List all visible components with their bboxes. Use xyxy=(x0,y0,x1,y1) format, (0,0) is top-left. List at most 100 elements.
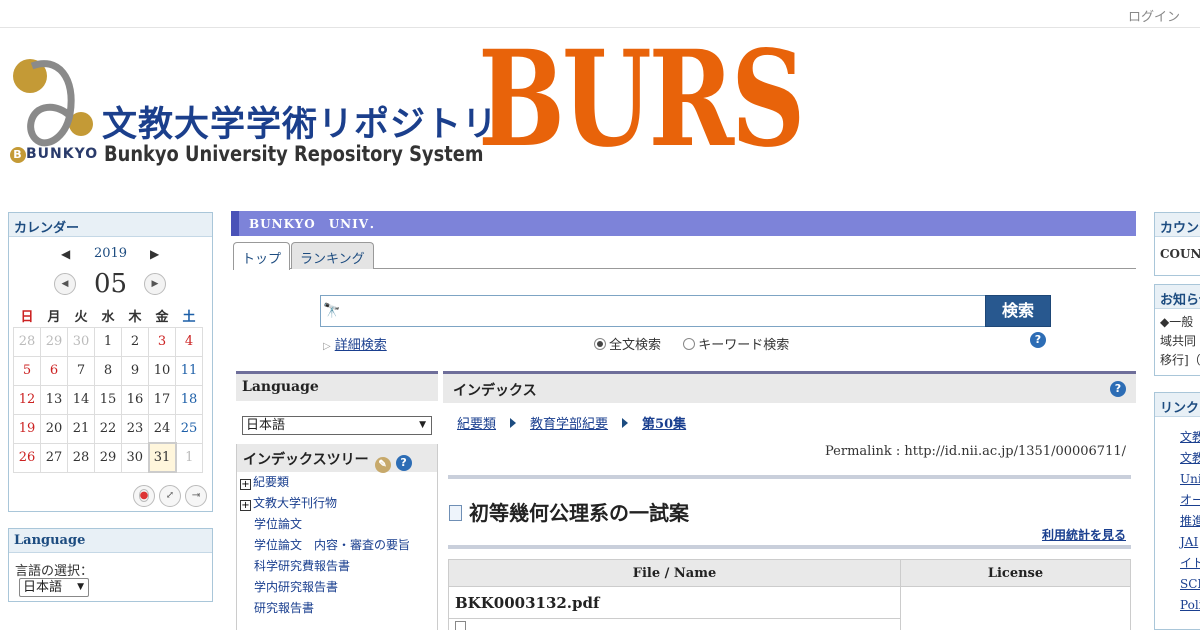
index-help-icon[interactable]: ? xyxy=(1110,381,1126,397)
breadcrumb-item[interactable]: 紀要類 xyxy=(457,417,496,432)
tab-bar: トップ ランキング xyxy=(233,242,1136,270)
tree-item[interactable]: 研究報告書 xyxy=(237,598,437,619)
language-panel: Language 日本語 ▼ xyxy=(236,371,438,441)
index-tree-header: インデックスツリー ✎? xyxy=(237,444,437,473)
calendar-day[interactable]: 5 xyxy=(13,355,41,386)
calendar-day[interactable]: 1 xyxy=(175,442,203,473)
expand-plus-icon[interactable]: + xyxy=(240,500,251,511)
calendar-day[interactable]: 1 xyxy=(94,326,122,357)
calendar-day[interactable]: 28 xyxy=(67,442,95,473)
index-tree: インデックスツリー ✎? + 紀要類 + 文教大学刊行物 学位論文 学位論文 内容・審… xyxy=(236,444,438,630)
notice-line: 移行]（ xyxy=(1160,353,1200,367)
search-input[interactable]: 🔭 xyxy=(320,295,986,327)
tree-item[interactable]: + 紀要類 xyxy=(237,472,437,493)
calendar-day[interactable]: 13 xyxy=(40,384,68,415)
fulltext-radio[interactable] xyxy=(594,338,606,350)
link-item[interactable]: Poli xyxy=(1180,595,1200,616)
link-item[interactable]: 文教 xyxy=(1180,427,1200,448)
calendar-day[interactable]: 29 xyxy=(94,442,122,473)
tree-item[interactable]: 学位論文 xyxy=(237,514,437,535)
tree-item[interactable]: 科学研究費報告書 xyxy=(237,556,437,577)
calendar-day[interactable]: 12 xyxy=(13,384,41,415)
keyword-radio[interactable] xyxy=(683,338,696,350)
calendar-day[interactable]: 4 xyxy=(175,326,203,357)
calendar-day[interactable]: 26 xyxy=(13,442,41,473)
calendar-day[interactable]: 15 xyxy=(94,384,122,415)
language-select-value: 日本語 xyxy=(23,580,63,595)
calendar-day[interactable]: 14 xyxy=(67,384,95,415)
link-item[interactable]: Uni xyxy=(1180,469,1200,490)
calendar-day[interactable]: 24 xyxy=(148,413,176,444)
link-item[interactable]: オー xyxy=(1180,490,1200,511)
breadcrumb: 紀要類 教育学部紀要 第50集 xyxy=(457,413,686,432)
search-help-icon[interactable]: ? xyxy=(1030,332,1046,348)
permalink: Permalink : http://id.nii.ac.jp/1351/000… xyxy=(825,444,1126,459)
tree-item[interactable]: 学位論文 内容・審査の要旨 xyxy=(237,535,437,556)
calendar-day[interactable]: 21 xyxy=(67,413,95,444)
calendar-day[interactable]: 17 xyxy=(148,384,176,415)
breadcrumb-item[interactable]: 教育学部紀要 xyxy=(530,417,608,432)
calendar-day[interactable]: 30 xyxy=(121,442,149,473)
index-tree-title: インデックスツリー xyxy=(243,452,369,468)
calendar-day[interactable]: 3 xyxy=(148,326,176,357)
calendar-day[interactable]: 6 xyxy=(40,355,68,386)
calendar-actions: ● ⤢ ⇥ xyxy=(133,485,207,507)
calendar-day[interactable]: 7 xyxy=(67,355,95,386)
link-item[interactable]: イト xyxy=(1180,553,1200,574)
logo-bunkyo-text: B BUNKYO xyxy=(10,146,98,163)
link-item[interactable]: SCP xyxy=(1180,574,1200,595)
export-icon[interactable]: ⇥ xyxy=(185,485,207,507)
usage-stats-link[interactable]: 利用統計を見る xyxy=(1042,526,1126,543)
link-item[interactable]: JAI xyxy=(1180,532,1200,553)
calendar-day[interactable]: 19 xyxy=(13,413,41,444)
dropdown-arrow-icon: ▼ xyxy=(77,582,84,592)
expand-plus-icon[interactable]: + xyxy=(240,479,251,490)
advanced-search-label: 詳細検索 xyxy=(334,338,387,353)
language-panel-select-value: 日本語 xyxy=(246,418,286,433)
tab-top[interactable]: トップ xyxy=(233,242,291,270)
calendar-month: 05 xyxy=(93,269,128,299)
calendar-grid: 日 月 火 水 木 金 土 28 29 30 1 2 3 4 5 6 7 8 9… xyxy=(13,305,203,473)
tree-settings-icon[interactable]: ✎ xyxy=(374,457,391,473)
item-title-text: 初等幾何公理系の一試案 xyxy=(469,501,689,525)
expand-icon[interactable]: ⤢ xyxy=(159,485,181,507)
breadcrumb-current[interactable]: 第50集 xyxy=(642,417,686,432)
calendar-day[interactable]: 30 xyxy=(67,326,95,357)
advanced-search-link[interactable]: ▷ 詳細検索 xyxy=(323,334,387,353)
calendar-day[interactable]: 20 xyxy=(40,413,68,444)
tree-item-label: 紀要類 xyxy=(253,475,290,489)
calendar-day[interactable]: 2 xyxy=(121,326,149,357)
tree-item-label: 文教大学刊行物 xyxy=(253,496,338,510)
calendar-day[interactable]: 8 xyxy=(94,355,122,386)
calendar-day[interactable]: 29 xyxy=(40,326,68,357)
university-banner: BUNKYO UNIV． xyxy=(231,211,1136,236)
calendar-day[interactable]: 9 xyxy=(121,355,149,386)
file-name[interactable]: BKK0003132.pdf xyxy=(448,586,901,619)
next-year-arrow-icon[interactable]: ▶ xyxy=(150,247,159,261)
tree-help-icon[interactable]: ? xyxy=(395,455,412,471)
next-month-button[interactable]: ▶ xyxy=(144,273,166,295)
link-item[interactable]: 推進 xyxy=(1180,511,1200,532)
calendar-day[interactable]: 28 xyxy=(13,326,41,357)
search-button[interactable]: 検索 xyxy=(985,295,1051,327)
calendar-day-today[interactable]: 31 xyxy=(147,442,177,473)
calendar-day[interactable]: 27 xyxy=(40,442,68,473)
link-item[interactable]: 文教 xyxy=(1180,448,1200,469)
calendar-day[interactable]: 25 xyxy=(175,413,203,444)
color-dots-icon[interactable]: ● xyxy=(133,485,155,507)
calendar-day[interactable]: 10 xyxy=(148,355,176,386)
calendar-day[interactable]: 23 xyxy=(121,413,149,444)
language-select[interactable]: 日本語 ▼ xyxy=(19,578,89,597)
tab-ranking[interactable]: ランキング xyxy=(291,242,374,269)
logo-mark-icon xyxy=(13,59,93,147)
calendar-day[interactable]: 18 xyxy=(175,384,203,415)
login-link[interactable]: ログイン xyxy=(1128,6,1180,25)
fulltext-label: 全文検索 xyxy=(609,338,662,353)
tree-item[interactable]: + 文教大学刊行物 xyxy=(237,493,437,514)
calendar-day[interactable]: 11 xyxy=(175,355,203,386)
site-logo[interactable]: B BUNKYO 文教大学学術リポジトリ Bunkyo University Re… xyxy=(10,34,805,173)
calendar-day[interactable]: 16 xyxy=(121,384,149,415)
language-panel-select[interactable]: 日本語 ▼ xyxy=(242,416,432,435)
tree-item[interactable]: 学内研究報告書 xyxy=(237,577,437,598)
calendar-day[interactable]: 22 xyxy=(94,413,122,444)
